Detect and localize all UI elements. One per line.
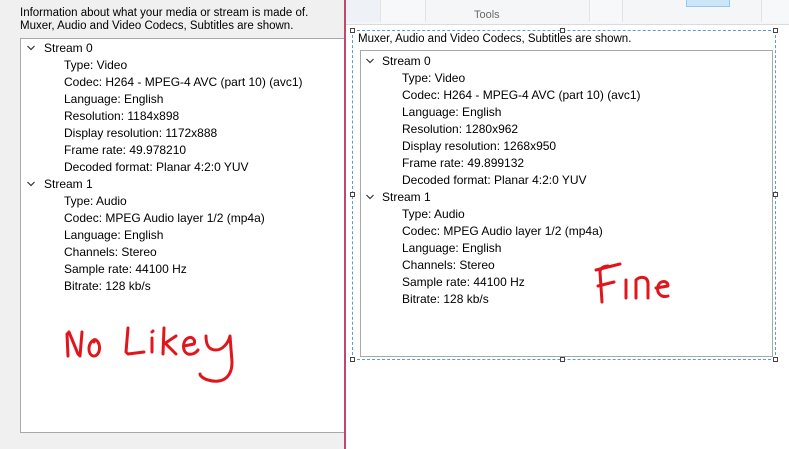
stream-property: Display resolution: 1268x950 xyxy=(402,139,557,153)
ribbon-group[interactable] xyxy=(346,0,381,22)
stream-property: Bitrate: 128 kb/s xyxy=(402,292,489,306)
stream-property: Resolution: 1280x962 xyxy=(402,122,519,136)
ribbon-group[interactable] xyxy=(381,0,426,22)
right-info-line: Muxer, Audio and Video Codecs, Subtitles… xyxy=(358,33,632,45)
left-info-text: Information about what your media or str… xyxy=(20,7,340,33)
resize-handle[interactable] xyxy=(350,357,355,362)
resize-handle[interactable] xyxy=(773,357,778,362)
left-info-line1: Information about what your media or str… xyxy=(20,7,309,19)
stream-header[interactable]: Stream 0 xyxy=(382,54,431,68)
resize-handle[interactable] xyxy=(773,28,778,33)
right-editor-panel: Tools Muxer, Audio and Video Codecs, Sub… xyxy=(346,0,789,449)
stream-property: Display resolution: 1172x888 xyxy=(64,126,218,140)
left-codec-panel: Information about what your media or str… xyxy=(0,0,344,449)
stream-property: Language: English xyxy=(402,105,502,119)
ribbon-group[interactable] xyxy=(589,0,623,22)
stream-property: Sample rate: 44100 Hz xyxy=(64,262,187,276)
stream-property: Type: Audio xyxy=(402,207,465,221)
resize-handle[interactable] xyxy=(560,357,565,362)
stream-property: Channels: Stereo xyxy=(64,245,157,259)
stream-header[interactable]: Stream 1 xyxy=(44,177,93,191)
chevron-down-icon[interactable] xyxy=(26,179,36,189)
stream-property: Language: English xyxy=(64,92,164,106)
stream-property: Resolution: 1184x898 xyxy=(64,109,180,123)
stream-property: Type: Video xyxy=(64,58,128,72)
stream-property: Language: English xyxy=(402,241,502,255)
chevron-down-icon[interactable] xyxy=(365,192,375,202)
stream-header[interactable]: Stream 0 xyxy=(44,41,93,55)
handwriting-fine xyxy=(594,262,670,304)
stream-property: Codec: MPEG Audio layer 1/2 (mp4a) xyxy=(402,224,603,238)
resize-handle[interactable] xyxy=(350,28,355,33)
stream-property: Channels: Stereo xyxy=(402,258,495,272)
stream-property: Codec: H264 - MPEG-4 AVC (part 10) (avc1… xyxy=(64,75,303,89)
ribbon-group[interactable] xyxy=(761,0,789,22)
stream-property: Decoded format: Planar 4:2:0 YUV xyxy=(402,173,587,187)
resize-handle[interactable] xyxy=(350,192,355,197)
right-codec-tree: Stream 0 Type: Video Codec: H264 - MPEG-4 … xyxy=(360,50,773,357)
stream-property: Bitrate: 128 kb/s xyxy=(64,279,151,293)
stream-header[interactable]: Stream 1 xyxy=(382,190,431,204)
stream-property: Type: Video xyxy=(402,71,466,85)
chevron-down-icon[interactable] xyxy=(26,43,36,53)
stream-property: Codec: H264 - MPEG-4 AVC (part 10) (avc1… xyxy=(402,88,641,102)
resize-handle[interactable] xyxy=(773,192,778,197)
stream-property: Frame rate: 49.978210 xyxy=(64,143,187,157)
ribbon-tools-label: Tools xyxy=(474,9,500,21)
stream-property: Language: English xyxy=(64,228,164,242)
stream-property: Sample rate: 44100 Hz xyxy=(402,275,525,289)
stream-property: Frame rate: 49.899132 xyxy=(402,156,525,170)
left-info-line2: Muxer, Audio and Video Codecs, Subtitles… xyxy=(20,20,294,32)
ribbon-bar: Tools xyxy=(346,0,789,25)
stream-property: Type: Audio xyxy=(64,194,127,208)
ribbon-selected-button[interactable] xyxy=(686,0,730,7)
stream-property: Codec: MPEG Audio layer 1/2 (mp4a) xyxy=(64,211,265,225)
handwriting-no-likey xyxy=(65,326,234,383)
chevron-down-icon[interactable] xyxy=(365,56,375,66)
stream-property: Decoded format: Planar 4:2:0 YUV xyxy=(64,160,249,174)
